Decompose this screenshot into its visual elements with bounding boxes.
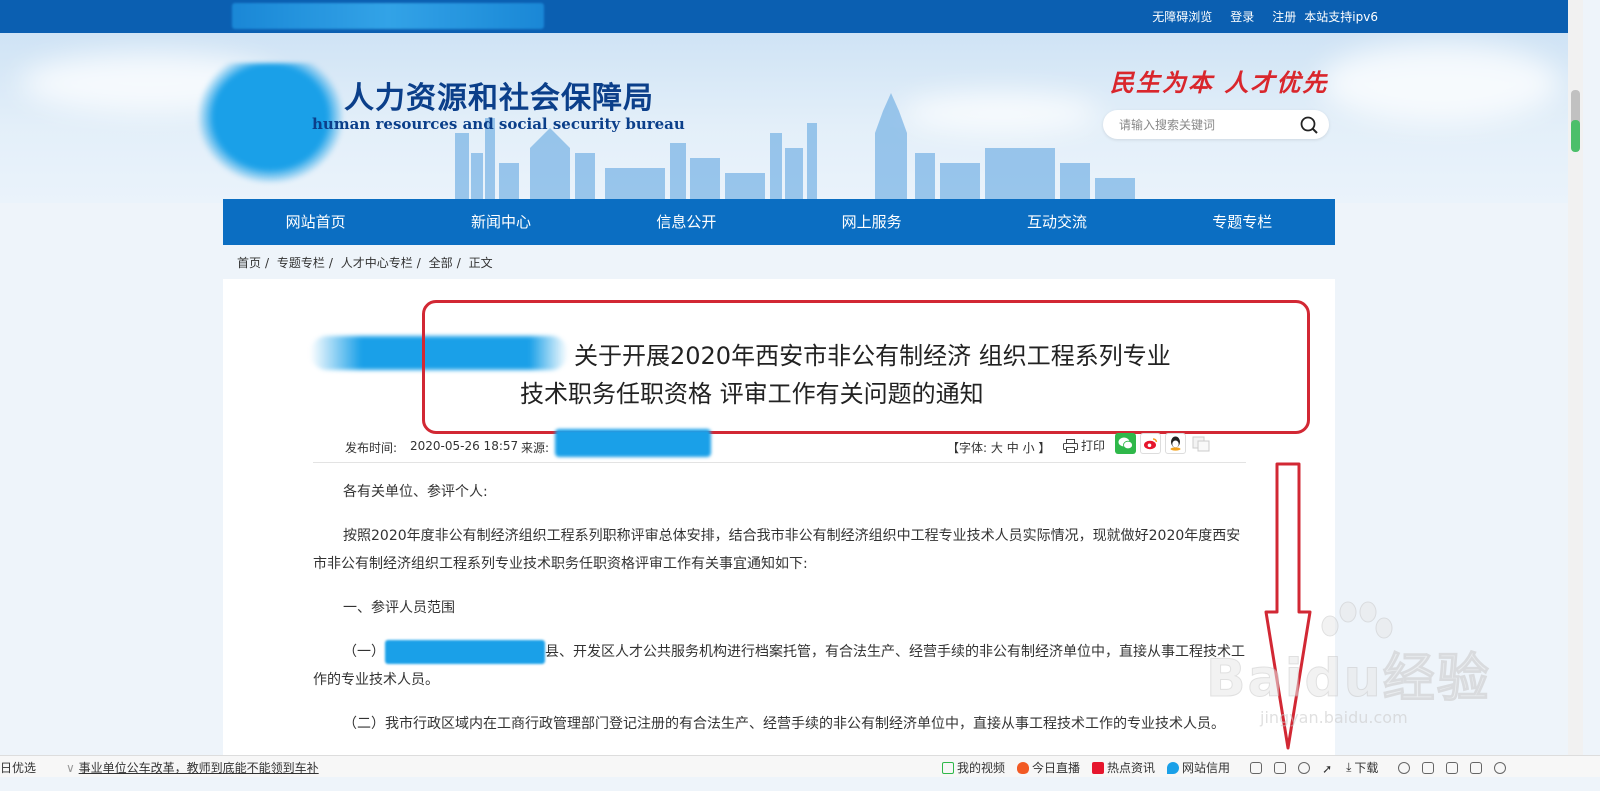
font-size-selector: 【字体: 大 中 小 】: [947, 441, 1051, 455]
breadcrumb-all[interactable]: 全部: [429, 256, 453, 270]
redacted-text: [385, 640, 545, 664]
copy-icon[interactable]: [1190, 433, 1211, 454]
refresh-icon[interactable]: [1298, 761, 1311, 774]
register-link[interactable]: 注册: [1272, 8, 1296, 25]
flame-icon: [1017, 761, 1030, 774]
drop-icon: [1167, 761, 1180, 774]
play-icon: [942, 761, 954, 774]
rocket-icon[interactable]: ➚: [1322, 762, 1334, 776]
paragraph-intro: 按照2020年度非公有制经济组织工程系列职称评审总体安排，结合我市非公有制经济组…: [313, 528, 1241, 572]
browser-status-bar: 日优选 ∨ 事业单位公车改革，教师到底能不能领到车补 我的视频 今日直播 热点资…: [0, 755, 1600, 777]
my-videos-button[interactable]: 我的视频: [942, 759, 1005, 776]
wechat-icon[interactable]: [1115, 433, 1136, 454]
zoom-icon[interactable]: [1494, 761, 1507, 774]
title-highlight-annotation: [422, 300, 1310, 434]
top-utility-bar: 无障碍浏览 登录 注册 本站支持ipv6: [0, 0, 1568, 33]
page-scrollbar[interactable]: [1568, 0, 1583, 755]
baidu-jingyan-watermark: Baidu经验 jingyan.baidu.com: [1200, 600, 1500, 740]
sidebar-icon[interactable]: [1446, 761, 1459, 774]
print-button[interactable]: 打印: [1063, 437, 1105, 454]
redacted-site-name: [232, 3, 544, 29]
font-size-large[interactable]: 大: [991, 441, 1003, 455]
daily-picks-label[interactable]: 日优选: [0, 759, 36, 776]
section-heading: 一、参评人员范围: [343, 600, 455, 616]
chevron-down-icon: ∨: [66, 761, 75, 775]
shield-icon[interactable]: [1250, 761, 1263, 774]
source-label: 来源:: [521, 441, 550, 455]
nav-info-disclosure[interactable]: 信息公开: [594, 199, 779, 245]
publish-date-label: 发布时间:: [345, 441, 398, 455]
publish-date: 2020-05-26 18:57: [410, 439, 519, 453]
article-body: 各有关单位、参评个人: 按照2020年度非公有制经济组织工程系列职称评审总体安排…: [313, 478, 1246, 754]
news-ticker[interactable]: ∨ 事业单位公车改革，教师到底能不能领到车补: [66, 759, 319, 776]
bottom-strip: [0, 777, 1600, 791]
nav-news-center[interactable]: 新闻中心: [408, 199, 593, 245]
main-nav: 网站首页 新闻中心 信息公开 网上服务 互动交流 专题专栏: [223, 199, 1335, 245]
news-icon: [1092, 761, 1105, 774]
weibo-icon[interactable]: [1140, 433, 1161, 454]
font-size-small[interactable]: 小: [1023, 441, 1035, 455]
search-icon[interactable]: [1299, 115, 1319, 135]
accessibility-link[interactable]: 无障碍浏览: [1152, 8, 1212, 25]
browser-tools: ➚: [1250, 761, 1334, 776]
nav-special-topics[interactable]: 专题专栏: [1150, 199, 1335, 245]
site-title: 人力资源和社会保障局: [344, 81, 654, 116]
paragraph-item-2: （二）我市行政区域内在工商行政管理部门登记注册的有合法生产、经营手续的非公有制经…: [343, 716, 1225, 732]
meta-divider: [313, 462, 1246, 463]
paragraph-item-1: （一） 县、开发区人才公共服务机构进行档案托管，有合法生产、经营手续的非公有制经济…: [313, 638, 1246, 694]
breadcrumb-talent-center[interactable]: 人才中心专栏: [341, 256, 413, 270]
paragraph-salutation: 各有关单位、参评个人:: [343, 484, 488, 500]
download-icon: ⤓: [1346, 760, 1352, 774]
top-links: 无障碍浏览 登录 注册 本站支持ipv6: [1152, 0, 1378, 33]
redacted-source: [555, 429, 711, 457]
breadcrumb-current: 正文: [468, 256, 493, 270]
header-banner: 人力资源和社会保障局 human resources and social se…: [0, 33, 1568, 203]
site-subtitle: human resources and social security bure…: [312, 115, 685, 133]
share-buttons: [1115, 433, 1211, 454]
download-button[interactable]: ⤓ 下载: [1346, 759, 1378, 776]
breadcrumb: 首页 / 专题专栏 / 人才中心专栏 / 全部 / 正文: [237, 256, 493, 270]
ipv6-notice: 本站支持ipv6: [1304, 10, 1378, 24]
hot-news-button[interactable]: 热点资讯: [1092, 759, 1155, 776]
window-icon[interactable]: [1422, 761, 1435, 774]
qq-icon[interactable]: [1165, 433, 1186, 454]
breadcrumb-special-topics[interactable]: 专题专栏: [277, 256, 325, 270]
image-icon[interactable]: [1274, 761, 1287, 774]
search-box: [1103, 110, 1329, 139]
nav-interaction[interactable]: 互动交流: [964, 199, 1149, 245]
site-credit-button[interactable]: 网站信用: [1167, 759, 1230, 776]
breadcrumb-home[interactable]: 首页: [237, 256, 261, 270]
cloud-decoration: [1320, 43, 1560, 123]
scroll-progress-indicator: [1571, 120, 1580, 152]
login-link[interactable]: 登录: [1230, 8, 1254, 25]
search-input[interactable]: [1119, 114, 1289, 135]
screen-icon[interactable]: [1470, 761, 1483, 774]
slogan: 民生为本 人才优先: [1110, 68, 1329, 97]
nav-online-services[interactable]: 网上服务: [779, 199, 964, 245]
headset-icon[interactable]: [1398, 761, 1411, 774]
live-stream-button[interactable]: 今日直播: [1017, 759, 1080, 776]
font-size-medium[interactable]: 中: [1007, 441, 1019, 455]
article-meta: 发布时间: 2020-05-26 18:57 来源: 【字体: 大 中 小 】 …: [345, 429, 1225, 459]
printer-icon: [1063, 438, 1078, 453]
nav-home[interactable]: 网站首页: [223, 199, 408, 245]
